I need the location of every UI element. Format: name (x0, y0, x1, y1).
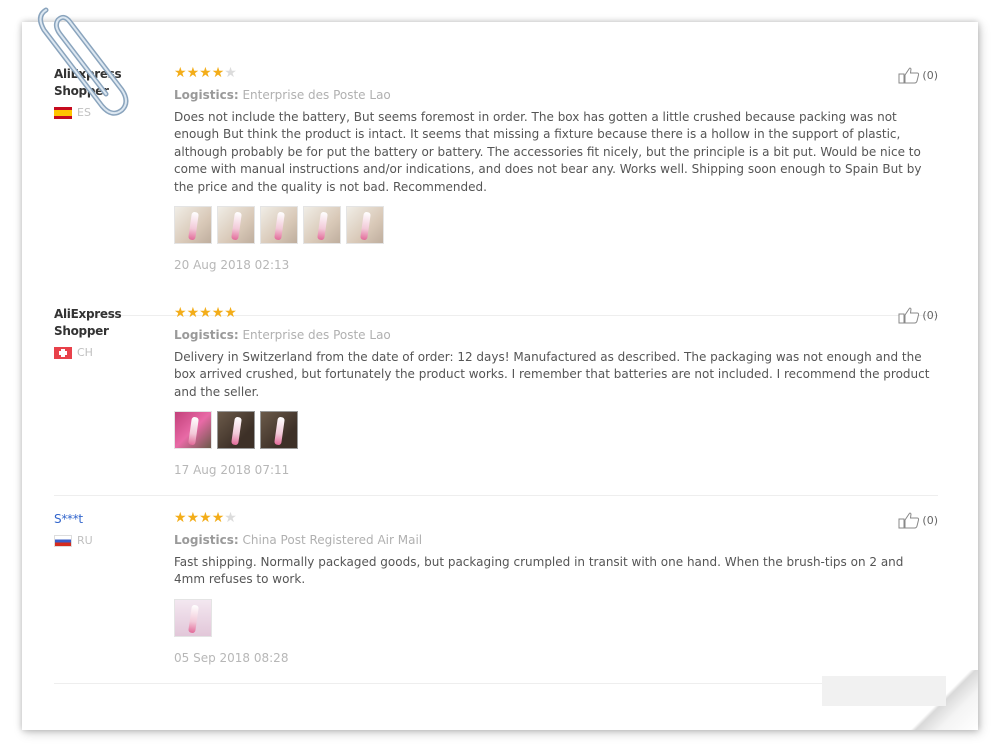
thumbs-up-icon (898, 512, 920, 529)
star-icon: ★ (186, 510, 200, 526)
review-photos (174, 411, 938, 450)
star-icon: ★ (186, 305, 200, 321)
helpful-count: (0) (922, 513, 938, 527)
review-photo[interactable] (174, 206, 212, 245)
review-content: ★★★★★ Logistics: China Post Registered A… (174, 511, 938, 665)
review-photos (174, 598, 938, 637)
logistics-carrier: Enterprise des Poste Lao (242, 88, 391, 102)
star-icon: ★ (199, 65, 212, 81)
review-photo[interactable] (174, 598, 212, 637)
logistics-carrier: China Post Registered Air Mail (242, 533, 423, 547)
review-date: 17 Aug 2018 07:11 (174, 463, 290, 478)
logistics-label: Logistics: (174, 328, 239, 342)
star-rating: ★★★★★ (174, 511, 938, 525)
review-sheet: AliExpress Shopper ES ★★★★★ Logistics: E… (22, 22, 978, 730)
star-icon: ★ (174, 65, 187, 81)
review-item: AliExpress Shopper CH ★★★★★ Logistics: E… (54, 306, 938, 496)
helpful-button[interactable]: (0) (898, 511, 938, 529)
country-code: RU (77, 534, 93, 547)
star-empty-icon: ★ (224, 510, 237, 526)
helpful-button[interactable]: (0) (898, 66, 938, 84)
review-date: 20 Aug 2018 02:13 (174, 258, 290, 273)
star-icon: ★ (186, 65, 200, 81)
star-rating: ★★★★★ (174, 306, 938, 320)
review-content: ★★★★★ Logistics: Enterprise des Poste La… (174, 66, 938, 272)
thumbs-up-icon (898, 307, 920, 324)
star-icon: ★ (199, 510, 212, 526)
helpful-button[interactable]: (0) (898, 306, 938, 324)
star-icon: ★ (211, 305, 225, 321)
reviewer-name[interactable]: S***t (54, 511, 164, 528)
reviewer-country: CH (54, 346, 164, 359)
star-icon: ★ (174, 510, 187, 526)
flag-ru-icon (54, 534, 72, 547)
review-photo[interactable] (260, 411, 298, 450)
reviewer-country: RU (54, 534, 164, 547)
review-text: Fast shipping. Normally packaged goods, … (174, 555, 904, 587)
logistics-info: Logistics: Enterprise des Poste Lao (174, 88, 938, 102)
star-icon: ★ (199, 305, 212, 321)
star-icon: ★ (211, 510, 225, 526)
logistics-carrier: Enterprise des Poste Lao (242, 328, 391, 342)
floating-tab[interactable] (822, 676, 946, 706)
star-icon: ★ (224, 305, 237, 321)
reviewer-info: AliExpress Shopper CH (54, 306, 164, 359)
reviewer-name: AliExpress Shopper (54, 307, 122, 338)
review-date: 05 Sep 2018 08:28 (174, 650, 289, 665)
star-empty-icon: ★ (224, 65, 237, 81)
review-photo[interactable] (174, 411, 212, 450)
review-photo[interactable] (217, 206, 255, 245)
review-content: ★★★★★ Logistics: Enterprise des Poste La… (174, 306, 938, 477)
review-text: Does not include the battery, But seems … (174, 110, 922, 194)
helpful-count: (0) (922, 308, 938, 322)
review-photo[interactable] (346, 206, 384, 245)
star-icon: ★ (211, 65, 225, 81)
review-text: Delivery in Switzerland from the date of… (174, 350, 930, 399)
thumbs-up-icon (898, 67, 920, 84)
logistics-info: Logistics: China Post Registered Air Mai… (174, 533, 938, 547)
logistics-label: Logistics: (174, 88, 239, 102)
review-photos (174, 206, 938, 245)
reviewer-info: S***t RU (54, 511, 164, 547)
star-rating: ★★★★★ (174, 66, 938, 80)
flag-ch-icon (54, 346, 72, 359)
country-code: CH (77, 346, 93, 359)
logistics-label: Logistics: (174, 533, 239, 547)
review-photo[interactable] (217, 411, 255, 450)
star-icon: ★ (174, 305, 187, 321)
logistics-info: Logistics: Enterprise des Poste Lao (174, 328, 938, 342)
review-photo[interactable] (303, 206, 341, 245)
review-item: S***t RU ★★★★★ Logistics: China Post Reg… (54, 511, 938, 684)
review-photo[interactable] (260, 206, 298, 245)
paperclip-icon (38, 7, 129, 116)
review-item: AliExpress Shopper ES ★★★★★ Logistics: E… (54, 66, 938, 316)
helpful-count: (0) (922, 68, 938, 82)
